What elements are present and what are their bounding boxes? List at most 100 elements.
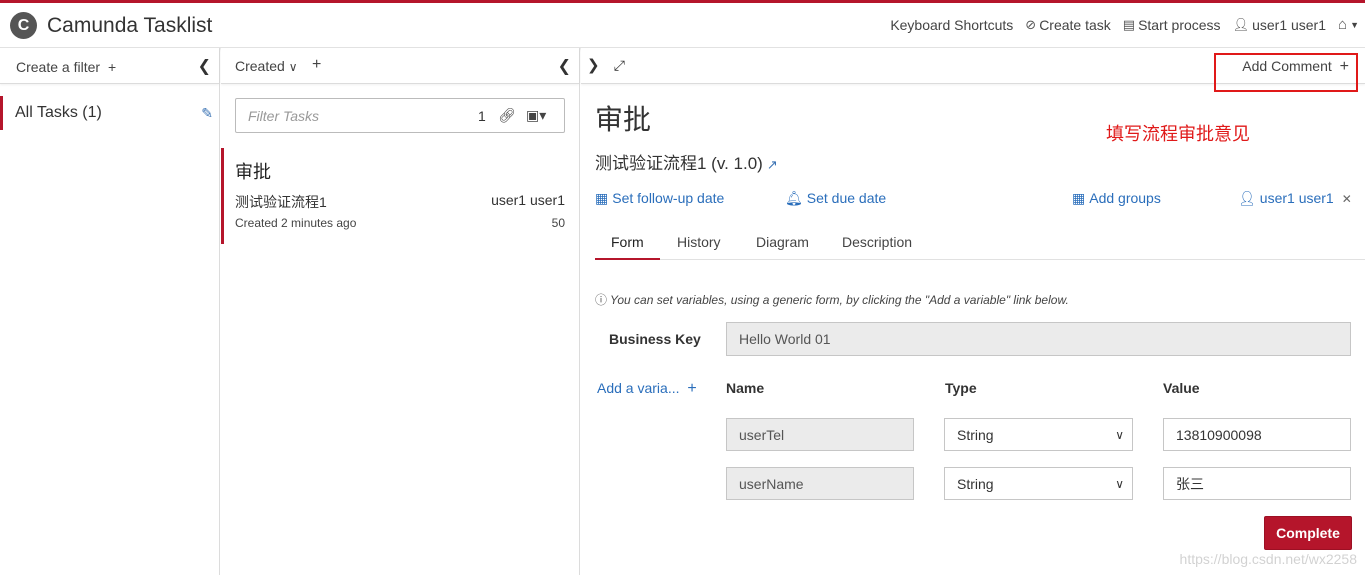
list-icon: ▤ — [1122, 16, 1136, 32]
add-variable-link[interactable]: Add a varia... + — [597, 380, 697, 398]
bell-icon: 🔔︎ — [785, 190, 803, 206]
pencil-icon[interactable]: ✎ — [201, 96, 213, 130]
business-key-label: Business Key — [609, 331, 701, 347]
add-variable-label: Add a varia... — [597, 380, 680, 396]
external-link-icon: ↗ — [766, 157, 778, 172]
keyboard-shortcuts-link[interactable]: Keyboard Shortcuts — [890, 17, 1013, 33]
chevron-left-icon[interactable]: ❮ — [558, 56, 571, 76]
add-groups-link[interactable]: ▦ Add groups — [1072, 190, 1161, 207]
user-name: user1 user1 — [1252, 16, 1327, 33]
filter-item-label: All Tasks (1) — [15, 104, 102, 121]
add-comment-label: Add Comment — [1242, 58, 1332, 74]
user-menu[interactable]: 👤︎ user1 user1 — [1233, 17, 1326, 33]
variable-value-field[interactable] — [1163, 418, 1351, 451]
task-assignee: user1 user1 — [491, 192, 565, 208]
task-list-toolbar: Created ∨ + ❮ — [221, 48, 579, 84]
tab-history[interactable]: History — [677, 234, 721, 260]
task-created: Created 2 minutes ago — [235, 216, 357, 230]
top-navbar: C Camunda Tasklist Keyboard Shortcuts ⊘ … — [0, 0, 1365, 48]
variable-type-select[interactable]: String ∨ — [944, 467, 1133, 500]
caret-down-icon: ▼ — [1350, 19, 1359, 30]
set-follow-up-date-link[interactable]: ▦ Set follow-up date — [595, 190, 724, 207]
watermark: https://blog.csdn.net/wx2258 — [1179, 551, 1357, 567]
column-header-name: Name — [726, 380, 765, 396]
detail-toggles: ❯ ⤢ — [587, 56, 635, 74]
variable-name-field[interactable] — [726, 467, 914, 500]
task-name: 审批 — [235, 162, 271, 182]
tab-description[interactable]: Description — [842, 234, 912, 260]
grid-icon: ▦ — [1072, 190, 1086, 206]
chevron-left-icon[interactable]: ❮ — [198, 56, 211, 76]
process-definition-link[interactable]: 测试验证流程1 (v. 1.0) ↗ — [595, 149, 778, 174]
camunda-logo: C — [10, 12, 37, 39]
remove-assignee-icon[interactable]: ✕ — [1342, 192, 1352, 206]
create-task-link[interactable]: ⊘ Create task — [1025, 17, 1111, 33]
add-comment-button[interactable]: Add Comment + — [1242, 58, 1349, 76]
expand-icon[interactable]: ⤢ — [614, 57, 625, 73]
create-filter-label: Create a filter — [16, 59, 101, 75]
assignee-label: user1 user1 — [1259, 190, 1334, 206]
filter-item-all-tasks[interactable]: All Tasks (1) ✎ — [0, 96, 219, 130]
tab-form[interactable]: Form — [595, 234, 660, 260]
user-icon: 👤︎ — [1232, 16, 1250, 32]
tab-diagram[interactable]: Diagram — [756, 234, 809, 260]
app-title: Camunda Tasklist — [47, 13, 213, 37]
task-title: 审批 — [595, 104, 652, 135]
chevron-down-icon: ∨ — [1115, 476, 1124, 491]
task-search-input[interactable] — [236, 99, 456, 132]
process-definition-label: 测试验证流程1 (v. 1.0) — [595, 154, 763, 173]
chevron-right-icon[interactable]: ❯ — [587, 57, 600, 74]
variable-type-value: String — [957, 426, 994, 443]
start-process-link[interactable]: ▤ Start process — [1123, 17, 1221, 33]
home-menu[interactable]: ⌂ ▼ — [1338, 16, 1359, 33]
save-icon[interactable]: ▣▾ — [526, 107, 546, 124]
add-groups-label: Add groups — [1089, 190, 1161, 206]
filters-toolbar: Create a filter + ❮ — [0, 48, 219, 84]
add-sort-button[interactable]: + — [312, 56, 321, 74]
form-info-text: You can set variables, using a generic f… — [610, 293, 1069, 307]
keyboard-shortcuts-label: Keyboard Shortcuts — [890, 16, 1014, 33]
task-list-item[interactable]: 审批 测试验证流程1 user1 user1 Created 2 minutes… — [221, 148, 579, 244]
link-icon[interactable]: 🔗︎ — [498, 107, 516, 124]
user-icon: 👤︎ — [1238, 190, 1256, 206]
create-task-label: Create task — [1039, 16, 1111, 33]
chevron-down-icon: ∨ — [1115, 427, 1124, 442]
set-due-date-link[interactable]: 🔔︎ Set due date — [785, 190, 886, 207]
variable-name-field[interactable] — [726, 418, 914, 451]
filters-column: Create a filter + ❮ All Tasks (1) ✎ — [0, 48, 220, 575]
task-priority: 50 — [551, 216, 565, 230]
set-follow-up-label: Set follow-up date — [612, 190, 725, 206]
info-icon: ⓘ — [595, 293, 608, 307]
task-detail-toolbar: ❯ ⤢ Add Comment + — [581, 48, 1365, 84]
task-count: 1 — [478, 108, 486, 124]
top-nav: Keyboard Shortcuts ⊘ Create task ▤ Start… — [878, 16, 1359, 33]
column-header-value: Value — [1163, 380, 1200, 396]
business-key-field[interactable] — [726, 322, 1351, 356]
brand[interactable]: C Camunda Tasklist — [10, 12, 212, 39]
task-process-name: 测试验证流程1 — [235, 194, 327, 210]
plus-icon: + — [1339, 58, 1349, 75]
annotation-text: 填写流程审批意见 — [1106, 124, 1250, 144]
paperclip-icon: ⊘ — [1025, 16, 1037, 32]
sort-dropdown[interactable]: Created ∨ — [235, 58, 298, 74]
variable-type-select[interactable]: String ∨ — [944, 418, 1133, 451]
start-process-label: Start process — [1138, 16, 1221, 33]
variable-value-field[interactable] — [1163, 467, 1351, 500]
task-search-box: 1 🔗︎ ▣▾ — [235, 98, 565, 133]
sort-label: Created — [235, 58, 285, 74]
assignee-link[interactable]: 👤︎ user1 user1 ✕ — [1238, 190, 1352, 207]
complete-button[interactable]: Complete — [1264, 516, 1352, 550]
plus-icon: + — [107, 59, 117, 75]
task-list-column: Created ∨ + ❮ 1 🔗︎ ▣▾ 审批 测试验证流程1 user1 u… — [221, 48, 580, 575]
task-detail-column: ❯ ⤢ Add Comment + 审批 填写流程审批意见 测试验证流程1 (v… — [581, 48, 1365, 575]
chevron-down-icon: ∨ — [288, 60, 298, 74]
variable-type-value: String — [957, 475, 994, 492]
plus-icon: + — [687, 380, 697, 397]
set-due-date-label: Set due date — [806, 190, 887, 206]
home-icon: ⌂ — [1338, 16, 1348, 33]
create-filter-button[interactable]: Create a filter + — [16, 59, 116, 75]
column-header-type: Type — [945, 380, 977, 396]
calendar-icon: ▦ — [595, 190, 609, 206]
form-info: ⓘ You can set variables, using a generic … — [595, 291, 1069, 308]
detail-tabs: Form History Diagram Description — [595, 222, 1365, 260]
